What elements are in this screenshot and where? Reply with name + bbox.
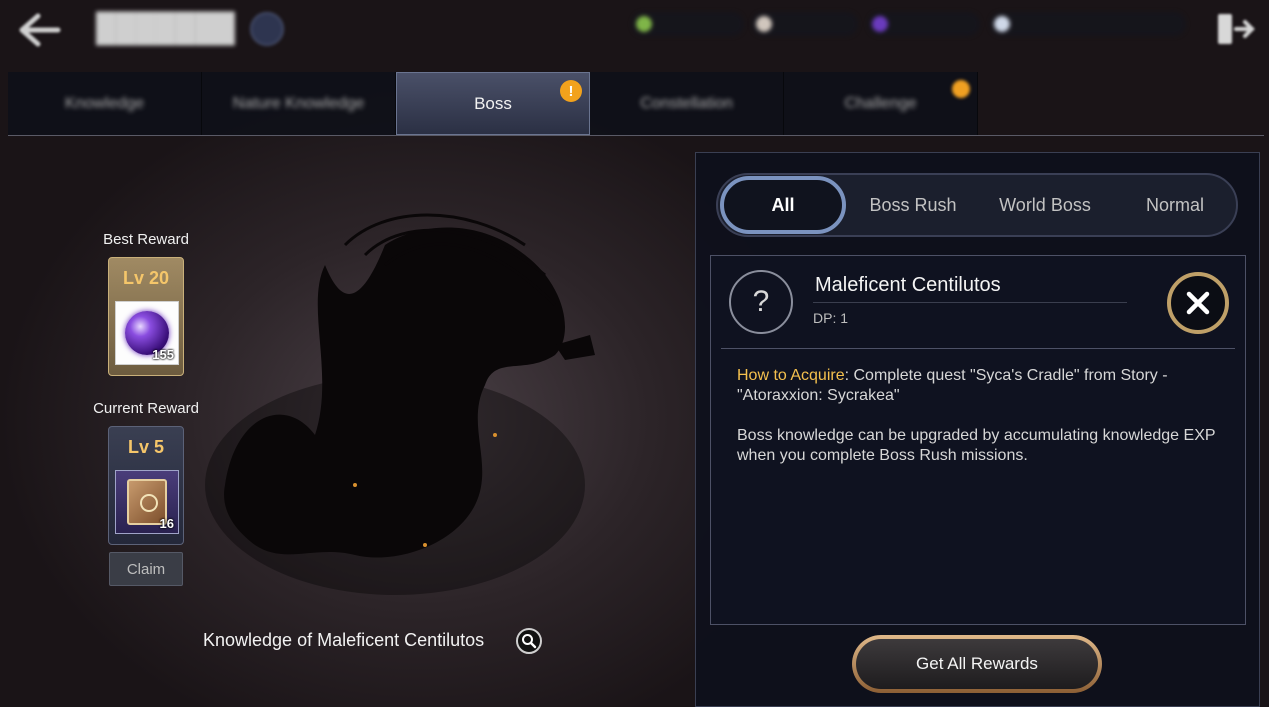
boss-info-panel: All Boss Rush World Boss Normal ? Malefi… [695,152,1260,707]
close-icon [1186,291,1210,315]
filter-boss-rush[interactable]: Boss Rush [848,175,978,235]
boss-name: Maleficent Centilutos [815,274,1001,296]
boss-dp: DP: 1 [813,310,849,326]
filter-world-boss[interactable]: World Boss [980,175,1110,235]
acquire-paragraph: How to Acquire: Complete quest "Syca's C… [737,366,1227,406]
close-button[interactable] [1167,272,1229,334]
current-reward-count: 16 [159,516,174,531]
energy-icon [636,16,652,32]
tab-constellation[interactable]: Constellation [590,72,784,135]
boss-info-box: ? Maleficent Centilutos DP: 1 How to Acq… [710,255,1246,625]
currency-gold [990,12,1186,36]
best-reward-count: 155 [152,347,174,362]
get-all-rewards-button[interactable]: Get All Rewards [852,635,1102,693]
token-icon [756,16,772,32]
tab-knowledge[interactable]: Knowledge [8,72,202,135]
coin-icon [994,16,1010,32]
currency-tokens [752,12,858,36]
current-reward-card[interactable]: Lv 5 16 [108,426,184,545]
filter-normal[interactable]: Normal [1110,175,1240,235]
currency-energy [632,12,744,36]
boss-knowledge-title: Knowledge of Maleficent Centilutos [203,630,485,650]
upgrade-description: Boss knowledge can be upgraded by accumu… [737,427,1216,464]
title-badge-icon [250,12,284,46]
best-reward-item[interactable]: 155 [115,301,179,365]
category-tabs: Knowledge Nature Knowledge Boss ! Conste… [8,72,978,135]
title-divider [813,302,1127,303]
tab-boss[interactable]: Boss ! [396,72,590,135]
tab-challenge[interactable]: Challenge [784,72,978,135]
current-reward-level: Lv 5 [127,437,165,457]
claim-button[interactable]: Claim [109,552,183,586]
back-arrow-icon[interactable] [16,10,62,50]
best-reward-level: Lv 20 [122,268,170,288]
boss-silhouette [195,185,635,625]
page-title: ███████ [96,12,235,43]
info-divider [721,348,1235,349]
unknown-boss-icon: ? [729,270,793,334]
tab-divider [8,135,1264,136]
gem-icon [872,16,888,32]
filter-all[interactable]: All [720,176,846,234]
tab-nature-knowledge[interactable]: Nature Knowledge [202,72,396,135]
acquire-label: How to Acquire [737,367,845,384]
top-bar: ███████ [0,0,1269,60]
notification-dot-icon [952,80,970,98]
boss-description: How to Acquire: Complete quest "Syca's C… [737,366,1227,466]
currency-gems [868,12,980,36]
best-reward-card[interactable]: Lv 20 155 [108,257,184,376]
magnifier-icon[interactable] [516,628,542,654]
filter-bar: All Boss Rush World Boss Normal [716,173,1238,237]
get-all-rewards-label: Get All Rewards [856,639,1098,689]
current-reward-item[interactable]: 16 [115,470,179,534]
alert-badge-icon: ! [560,80,582,102]
exit-icon[interactable] [1214,8,1256,50]
